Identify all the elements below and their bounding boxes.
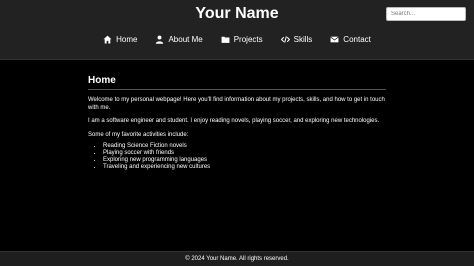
user-icon [155,35,164,44]
folder-icon [221,35,230,44]
nav-item-contact[interactable]: Contact [330,35,371,44]
list-item: Playing soccer with friends [103,150,386,157]
activities-heading: Some of my favorite activities include: [88,131,189,138]
nav-label-home: Home [116,34,138,44]
list-item: Traveling and experiencing new cultures [103,164,386,171]
nav-label-contact: Contact [343,34,371,44]
envelope-icon [330,35,339,44]
nav-label-projects: Projects [233,34,263,44]
intro-paragraph: Welcome to my personal webpage! Here you… [88,97,385,111]
bio-paragraph: I am a software engineer and student. I … [88,118,380,124]
nav-item-projects[interactable]: Projects [221,35,263,44]
main-content: Home Welcome to my personal webpage! Her… [88,75,386,171]
home-icon [103,35,112,44]
main-nav: Home About Me Projects Skills Contact [0,33,474,45]
list-item: Reading Science Fiction novels [103,143,386,150]
page-title: Home [88,75,386,90]
activity-list: Reading Science Fiction novels Playing s… [88,143,386,171]
nav-item-home[interactable]: Home [103,35,137,44]
nav-item-skills[interactable]: Skills [280,34,313,44]
list-item: Exploring new programming languages [103,157,386,164]
nav-label-skills: Skills [293,34,313,44]
footer-text: © 2024 Your Name. All rights reserved. [185,256,289,262]
site-footer: © 2024 Your Name. All rights reserved. [0,251,474,266]
code-icon [280,35,290,44]
site-header: Your Name Home About Me Projects Skills [0,0,474,60]
nav-item-about[interactable]: About Me [155,34,203,44]
nav-label-about: About Me [168,34,203,44]
search-input[interactable] [386,7,466,21]
